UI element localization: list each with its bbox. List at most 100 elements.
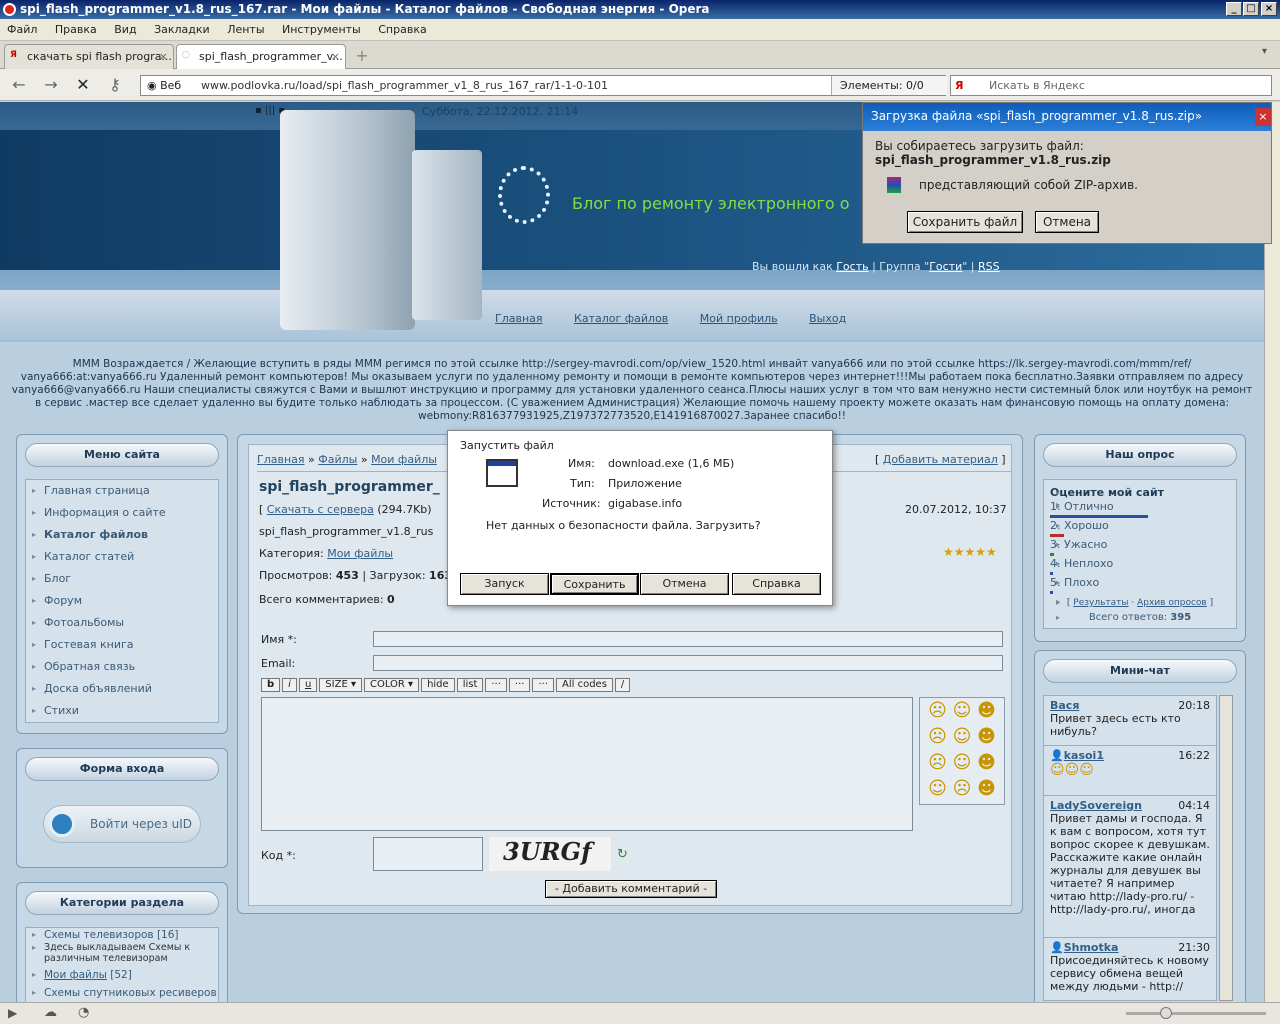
chat-user[interactable]: Вася	[1050, 699, 1079, 712]
nav-home[interactable]: Главная	[495, 312, 543, 325]
panel-toggle-icon[interactable]: ▶	[8, 1006, 17, 1020]
bold-button[interactable]: b	[261, 678, 281, 692]
close-icon[interactable]: ×	[1261, 2, 1277, 16]
file-description: spi_flash_programmer_v1.8_rus	[259, 525, 434, 538]
chat-user[interactable]: Shmotka	[1064, 941, 1119, 954]
category-my-files[interactable]: Мои файлы [52]	[26, 966, 218, 984]
menu-item-file-catalog[interactable]: Каталог файлов	[26, 524, 218, 546]
menu-item-poems[interactable]: Стихи	[26, 700, 218, 722]
tab-close-icon[interactable]: ×	[331, 50, 340, 63]
menu-tools[interactable]: Инструменты	[275, 19, 368, 41]
minimize-icon[interactable]: _	[1226, 2, 1242, 16]
nav-logout[interactable]: Выход	[809, 312, 846, 325]
download-link[interactable]: [ Скачать с сервера (294.7Kb)	[259, 503, 432, 516]
close-icon[interactable]: ×	[1255, 108, 1271, 126]
close-tag-button[interactable]: /	[614, 678, 631, 692]
save-file-button[interactable]: Сохранить файл	[907, 211, 1023, 233]
address-bar[interactable]: ◉ Веб www.podlovka.ru/load/spi_flash_pro…	[140, 75, 947, 96]
guest-link[interactable]: Гость	[836, 260, 868, 273]
chat-user[interactable]: LadySovereign	[1050, 799, 1142, 812]
zoom-slider[interactable]	[1126, 1012, 1266, 1015]
maximize-icon[interactable]: □	[1243, 2, 1259, 16]
menu-item-photos[interactable]: Фотоальбомы	[26, 612, 218, 634]
chat-user[interactable]: kasoi1	[1064, 749, 1104, 762]
search-input[interactable]: Я Искать в Яндекс	[950, 75, 1272, 96]
menu-item-feedback[interactable]: Обратная связь	[26, 656, 218, 678]
add-material-link[interactable]: [ Добавить материал ]	[875, 453, 1006, 466]
menu-file[interactable]: Файл	[0, 19, 44, 41]
forward-icon[interactable]: →	[40, 75, 62, 95]
email-input[interactable]	[373, 655, 1003, 671]
poll-results-link[interactable]: Результаты	[1073, 598, 1128, 608]
group-link[interactable]: Гости	[929, 260, 962, 273]
menu-feeds[interactable]: Ленты	[220, 19, 271, 41]
download-panel: Загрузка файла «spi_flash_programmer_v1.…	[862, 102, 1272, 244]
menu-item-board[interactable]: Доска объявлений	[26, 678, 218, 700]
unite-icon[interactable]: ◔	[78, 1005, 89, 1020]
more-button[interactable]: ···	[485, 678, 507, 692]
file-stats: Просмотров: 453 | Загрузок: 163 | Р	[259, 569, 469, 582]
add-comment-button[interactable]: - Добавить комментарий -	[545, 880, 717, 898]
zoom-slider-handle[interactable]	[1160, 1007, 1172, 1019]
more-button[interactable]: ···	[508, 678, 531, 692]
all-codes-button[interactable]: All codes	[556, 678, 613, 692]
poll-archive-link[interactable]: Архив опросов	[1137, 598, 1207, 608]
hide-button[interactable]: hide	[421, 678, 455, 692]
nav-file-catalog[interactable]: Каталог файлов	[574, 312, 668, 325]
color-select[interactable]: COLOR ▾	[363, 678, 420, 692]
nav-profile[interactable]: Мой профиль	[700, 312, 778, 325]
menu-item-forum[interactable]: Форум	[26, 590, 218, 612]
cancel-button[interactable]: Отмена	[640, 573, 729, 595]
menu-item-guestbook[interactable]: Гостевая книга	[26, 634, 218, 656]
help-button[interactable]: Справка	[732, 573, 821, 595]
menu-help[interactable]: Справка	[371, 19, 433, 41]
tab-close-icon[interactable]: ×	[159, 50, 168, 63]
menu-view[interactable]: Вид	[107, 19, 143, 41]
menu-item-home[interactable]: Главная страница	[26, 480, 218, 502]
file-date: 20.07.2012, 10:37	[905, 503, 1007, 516]
chat-scrollbar[interactable]	[1219, 695, 1233, 1001]
menu-edit[interactable]: Правка	[48, 19, 104, 41]
back-icon[interactable]: ←	[8, 75, 30, 95]
list-button[interactable]: list	[456, 678, 484, 692]
computer-tower-image	[412, 150, 482, 320]
comment-textarea[interactable]	[261, 697, 913, 831]
crumb-my-files[interactable]: Мои файлы	[371, 453, 437, 466]
stop-icon[interactable]: ✕	[72, 75, 94, 95]
name-input[interactable]	[373, 631, 1003, 647]
rating-stars-icon[interactable]: ★★★★★	[943, 545, 997, 559]
crumb-home[interactable]: Главная	[257, 453, 305, 466]
captcha-input[interactable]	[373, 837, 483, 871]
dialog-source: gigabase.info	[608, 497, 683, 510]
yandex-icon: Я	[10, 50, 17, 60]
tab-current[interactable]: ◌ spi_flash_programmer_v... ×	[176, 44, 346, 69]
smileys-panel[interactable]: ☹ ☺ ☻ ☹ ☺ ☻ ☹ ☺ ☻ ☺ ☹ ☻	[919, 697, 1005, 805]
run-button[interactable]: Запуск	[460, 573, 549, 595]
category-link[interactable]: Мои файлы	[327, 547, 393, 560]
crumb-files[interactable]: Файлы	[318, 453, 357, 466]
new-tab-icon[interactable]: +	[352, 46, 372, 66]
dialog-name: download.exe (1,6 МБ)	[608, 457, 735, 470]
rss-link[interactable]: RSS	[978, 260, 1000, 273]
italic-button[interactable]: i	[282, 678, 297, 692]
cancel-button[interactable]: Отмена	[1035, 211, 1099, 233]
size-select[interactable]: SIZE ▾	[319, 678, 362, 692]
underline-button[interactable]: u	[298, 678, 318, 692]
category-satellite[interactable]: Схемы спутниковых ресиверов и	[26, 984, 218, 1002]
menu-item-info[interactable]: Информация о сайте	[26, 502, 218, 524]
download-panel-type: представляющий собой ZIP-архив.	[919, 178, 1138, 192]
menu-item-blog[interactable]: Блог	[26, 568, 218, 590]
category-tv[interactable]: Схемы телевизоров [16]	[26, 928, 218, 942]
web-badge[interactable]: ◉ Веб	[147, 79, 181, 92]
wand-icon[interactable]: ⚷	[104, 75, 126, 95]
tab-yandex[interactable]: Я скачать spi flash progra... ×	[4, 44, 174, 69]
menu-bookmarks[interactable]: Закладки	[147, 19, 217, 41]
save-button[interactable]: Сохранить	[550, 573, 639, 595]
turbo-icon[interactable]: ☁	[44, 1005, 57, 1020]
more-button[interactable]: ···	[532, 678, 555, 692]
url-text[interactable]: www.podlovka.ru/load/spi_flash_programme…	[201, 79, 608, 92]
elements-counter[interactable]: Элементы: 0/0	[831, 76, 947, 95]
refresh-captcha-icon[interactable]: ↻	[617, 847, 628, 862]
tab-list-icon[interactable]: ▾	[1262, 46, 1267, 57]
menu-item-articles[interactable]: Каталог статей	[26, 546, 218, 568]
